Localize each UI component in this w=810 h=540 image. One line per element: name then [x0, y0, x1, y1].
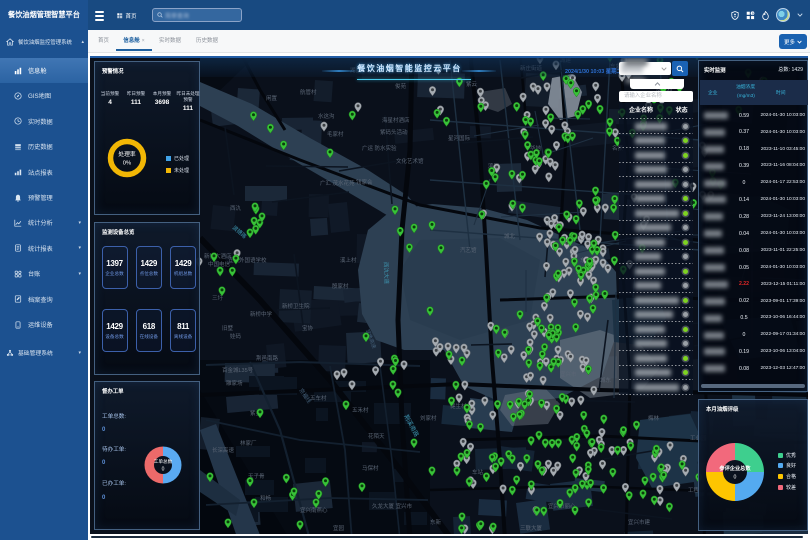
svg-text:工单总数: 工单总数 — [154, 458, 173, 465]
svg-text:花陌天: 花陌天 — [368, 432, 385, 440]
svg-text:参评企业总数: 参评企业总数 — [719, 464, 751, 472]
svg-text:林家厂: 林家厂 — [240, 439, 257, 447]
svg-text:处理率: 处理率 — [118, 150, 136, 158]
svg-text:马保村: 马保村 — [362, 464, 379, 472]
svg-text:宜兴市建: 宜兴市建 — [628, 518, 651, 526]
svg-text:和畅: 和畅 — [260, 494, 272, 502]
svg-text:宝协: 宝协 — [302, 324, 314, 332]
svg-text:刘家村: 刘家村 — [420, 414, 437, 422]
svg-text:汽艺馆: 汽艺馆 — [460, 246, 477, 254]
svg-text:宜园: 宜园 — [333, 524, 345, 532]
svg-text:梅林: 梅林 — [648, 414, 660, 422]
svg-text:新桥卫生院: 新桥卫生院 — [282, 302, 310, 310]
svg-text:东新: 东新 — [430, 518, 442, 526]
svg-text:紫码头活动: 紫码头活动 — [380, 128, 408, 136]
svg-text:毛家村: 毛家村 — [327, 130, 344, 138]
svg-text:海星村酒店: 海星村酒店 — [382, 116, 410, 124]
svg-text:0: 0 — [162, 466, 165, 472]
svg-text:车站: 车站 — [472, 468, 484, 476]
svg-text:10: 10 — [752, 11, 755, 15]
svg-text:闲置: 闲置 — [266, 94, 278, 102]
svg-text:五车村: 五车村 — [310, 394, 327, 402]
svg-text:紫云: 紫云 — [466, 81, 478, 88]
svg-text:殷家村: 殷家村 — [332, 282, 349, 290]
svg-text:航管村: 航管村 — [300, 88, 317, 96]
svg-text:旧墅: 旧墅 — [222, 324, 234, 332]
svg-text:城东: 城东 — [600, 376, 612, 384]
svg-text:新桥大酒店: 新桥大酒店 — [204, 252, 232, 260]
svg-text:0: 0 — [733, 474, 736, 480]
svg-text:广运 防水实验: 广运 防水实验 — [362, 144, 397, 152]
svg-text:娃码: 娃码 — [230, 332, 242, 340]
svg-text:溪上村: 溪上村 — [340, 256, 357, 264]
svg-text:文化艺术馆: 文化艺术馆 — [396, 157, 424, 165]
svg-text:久龙大厦 宜兴市: 久龙大厦 宜兴市 — [372, 502, 413, 510]
svg-text:西氿: 西氿 — [230, 204, 242, 212]
svg-text:长深高速: 长深高速 — [212, 446, 235, 454]
svg-text:宜兴市: 宜兴市 — [560, 370, 577, 378]
svg-text:五禾村: 五禾村 — [352, 406, 369, 414]
svg-text:水这沟: 水这沟 — [318, 112, 335, 120]
svg-text:广汇 茂水花苑: 广汇 茂水花苑 — [320, 179, 355, 187]
svg-text:百金城L35号: 百金城L35号 — [222, 366, 254, 374]
svg-text:星河国际: 星河国际 — [448, 134, 471, 142]
svg-text:新桥中学: 新桥中学 — [250, 310, 273, 318]
svg-text:荆邑南路: 荆邑南路 — [256, 354, 279, 362]
svg-text:城北: 城北 — [504, 232, 516, 240]
svg-text:三联大厦: 三联大厦 — [520, 524, 543, 532]
svg-text:宜兴南燕心: 宜兴南燕心 — [300, 506, 328, 514]
svg-text:钱家会: 钱家会 — [356, 178, 373, 186]
svg-text:雕家场: 雕家场 — [226, 379, 243, 387]
svg-text:俊苑: 俊苑 — [395, 82, 407, 90]
svg-text:0%: 0% — [122, 161, 130, 167]
